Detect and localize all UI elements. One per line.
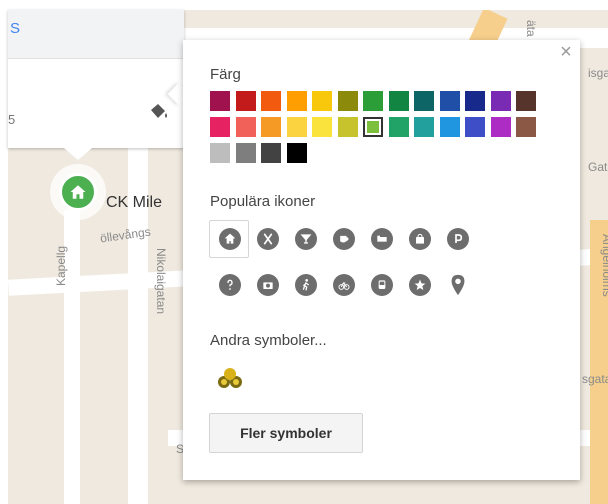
cyclists-icon[interactable] bbox=[216, 366, 244, 390]
color-swatch[interactable] bbox=[363, 117, 383, 137]
color-swatch[interactable] bbox=[490, 91, 511, 111]
popular-icons-label: Populära ikoner bbox=[210, 193, 316, 210]
color-swatch[interactable] bbox=[516, 91, 536, 111]
color-swatch[interactable] bbox=[261, 117, 281, 137]
color-label: Färg bbox=[210, 66, 241, 83]
parking-icon[interactable] bbox=[447, 228, 469, 250]
layer-card-header bbox=[8, 10, 184, 59]
color-swatch[interactable] bbox=[286, 143, 307, 163]
camera-icon[interactable] bbox=[257, 274, 279, 296]
color-swatch[interactable] bbox=[235, 117, 256, 137]
color-swatch[interactable] bbox=[414, 117, 434, 137]
color-swatch[interactable] bbox=[286, 117, 307, 137]
color-swatch[interactable] bbox=[210, 117, 230, 137]
close-icon[interactable]: × bbox=[558, 42, 574, 62]
color-swatch[interactable] bbox=[337, 91, 358, 111]
color-swatch[interactable] bbox=[261, 143, 281, 163]
street-label: Angelholms bbox=[600, 234, 608, 297]
other-symbols-label: Andra symboler... bbox=[210, 332, 327, 349]
home-icon bbox=[70, 185, 86, 199]
color-swatch[interactable] bbox=[439, 91, 460, 111]
more-symbols-button[interactable]: Fler symboler bbox=[209, 413, 363, 453]
layer-item-text: 5 bbox=[8, 112, 16, 127]
street-label: isga bbox=[588, 66, 608, 80]
color-swatch[interactable] bbox=[210, 91, 230, 111]
bus-icon[interactable] bbox=[371, 274, 393, 296]
home-icon[interactable] bbox=[219, 228, 241, 250]
street-label: sgata bbox=[582, 372, 608, 386]
color-swatch[interactable] bbox=[235, 91, 256, 111]
color-swatch[interactable] bbox=[210, 143, 230, 163]
place-name: CK Mile bbox=[106, 194, 163, 211]
place-icon[interactable] bbox=[447, 273, 469, 297]
street-label: Gata bbox=[588, 160, 608, 174]
street-label: äta bbox=[524, 20, 538, 37]
coffee-icon[interactable] bbox=[333, 228, 355, 250]
color-swatch[interactable] bbox=[388, 91, 409, 111]
shopping-icon[interactable] bbox=[409, 228, 431, 250]
color-swatch[interactable] bbox=[414, 91, 434, 111]
layer-title: S bbox=[10, 20, 21, 37]
street-label: Nikolaigatan bbox=[154, 248, 168, 315]
color-swatch[interactable] bbox=[516, 117, 536, 137]
star-icon[interactable] bbox=[409, 274, 431, 296]
color-swatch[interactable] bbox=[465, 117, 485, 137]
color-swatch[interactable] bbox=[312, 117, 332, 137]
color-swatch[interactable] bbox=[312, 91, 332, 111]
color-swatch[interactable] bbox=[388, 117, 409, 137]
paint-bucket-icon[interactable] bbox=[148, 102, 170, 120]
cycling-icon[interactable] bbox=[333, 274, 355, 296]
hotel-icon[interactable] bbox=[371, 228, 393, 250]
walking-icon[interactable] bbox=[295, 274, 317, 296]
color-swatch[interactable] bbox=[286, 91, 307, 111]
street-label: Kapellg bbox=[54, 245, 68, 286]
color-swatch[interactable] bbox=[465, 91, 485, 111]
help-icon[interactable] bbox=[219, 274, 241, 296]
color-swatch[interactable] bbox=[439, 117, 460, 137]
color-swatch[interactable] bbox=[337, 117, 358, 137]
color-swatch[interactable] bbox=[261, 91, 281, 111]
color-swatch[interactable] bbox=[235, 143, 256, 163]
color-swatch[interactable] bbox=[490, 117, 511, 137]
place-marker[interactable] bbox=[59, 173, 97, 211]
layer-card: S 5 bbox=[8, 10, 184, 148]
restaurant-icon[interactable] bbox=[257, 228, 279, 250]
color-swatch[interactable] bbox=[363, 91, 383, 111]
layer-card-pointer bbox=[64, 148, 92, 160]
bar-icon[interactable] bbox=[295, 228, 317, 250]
